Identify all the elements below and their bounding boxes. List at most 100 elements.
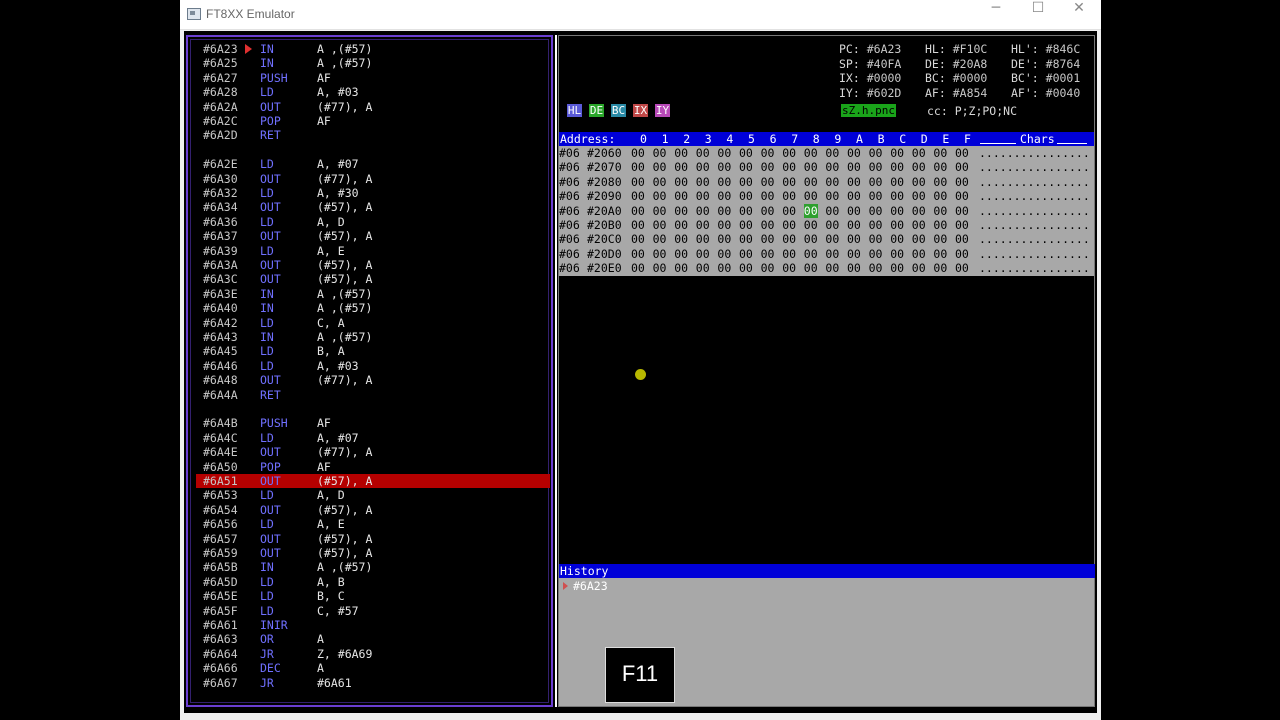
register-button-iy[interactable]: IY <box>655 104 670 117</box>
disasm-row[interactable]: #6A67 JR #6A61 <box>196 676 550 690</box>
close-button[interactable]: ✕ <box>1059 0 1099 29</box>
disasm-row[interactable]: #6A48 OUT (#77), A <box>196 373 550 387</box>
memory-byte[interactable]: 00 <box>955 232 969 246</box>
memory-byte[interactable]: 00 <box>631 247 645 261</box>
memory-byte[interactable]: 00 <box>912 146 926 160</box>
disasm-row[interactable]: #6A32 LD A, #30 <box>196 186 550 200</box>
memory-byte[interactable]: 00 <box>674 160 688 174</box>
memory-byte[interactable]: 00 <box>653 232 667 246</box>
memory-row[interactable]: #06 #2080 00 00 00 00 00 00 00 00 00 00 00 00 00 00 00 00… <box>559 175 1094 189</box>
memory-byte[interactable]: 00 <box>782 189 796 203</box>
disasm-row[interactable]: #6A51 OUT (#57), A <box>196 474 550 488</box>
memory-byte[interactable]: 00 <box>825 175 839 189</box>
disasm-row[interactable]: #6A4E OUT (#77), A <box>196 445 550 459</box>
disasm-row[interactable]: #6A3A OUT (#57), A <box>196 258 550 272</box>
memory-byte[interactable]: 00 <box>869 218 883 232</box>
memory-byte[interactable]: 00 <box>804 175 818 189</box>
memory-dump[interactable]: #06 #2060 00 00 00 00 00 00 00 00 00 00 00 00 00 00 00 00… <box>559 146 1094 276</box>
memory-byte[interactable]: 00 <box>847 232 861 246</box>
memory-byte[interactable]: 00 <box>739 261 753 275</box>
memory-byte[interactable]: 00 <box>912 175 926 189</box>
register-button-de[interactable]: DE <box>589 104 604 117</box>
memory-byte[interactable]: 00 <box>890 232 904 246</box>
memory-byte[interactable]: 00 <box>890 175 904 189</box>
memory-byte[interactable]: 00 <box>912 189 926 203</box>
memory-byte[interactable]: 00 <box>847 160 861 174</box>
register-value[interactable]: #0000 <box>867 71 902 85</box>
memory-byte[interactable]: 00 <box>739 146 753 160</box>
memory-byte[interactable]: 00 <box>739 204 753 218</box>
memory-byte[interactable]: 00 <box>890 160 904 174</box>
memory-byte[interactable]: 00 <box>825 146 839 160</box>
memory-byte[interactable]: 00 <box>631 146 645 160</box>
memory-byte[interactable]: 00 <box>912 218 926 232</box>
disasm-row[interactable]: #6A53 LD A, D <box>196 488 550 502</box>
memory-byte[interactable]: 00 <box>717 146 731 160</box>
memory-byte[interactable]: 00 <box>869 160 883 174</box>
memory-byte[interactable]: 00 <box>933 175 947 189</box>
memory-byte[interactable]: 00 <box>674 189 688 203</box>
memory-byte[interactable]: 00 <box>847 218 861 232</box>
minimize-button[interactable]: ─ <box>976 0 1016 29</box>
memory-byte[interactable]: 00 <box>804 261 818 275</box>
memory-byte[interactable]: 00 <box>674 247 688 261</box>
memory-row[interactable]: #06 #20E0 00 00 00 00 00 00 00 00 00 00 00 00 00 00 00 00… <box>559 261 1094 275</box>
disasm-row[interactable]: #6A5D LD A, B <box>196 575 550 589</box>
memory-byte[interactable]: 00 <box>674 218 688 232</box>
register-value[interactable]: #0040 <box>1046 86 1081 100</box>
memory-byte[interactable]: 00 <box>933 261 947 275</box>
memory-byte[interactable]: 00 <box>761 232 775 246</box>
memory-byte[interactable]: 00 <box>825 218 839 232</box>
memory-byte[interactable]: 00 <box>782 204 796 218</box>
memory-byte[interactable]: 00 <box>631 218 645 232</box>
disasm-row[interactable]: #6A4B PUSH AF <box>196 416 550 430</box>
memory-byte[interactable]: 00 <box>696 189 710 203</box>
memory-byte[interactable]: 00 <box>696 218 710 232</box>
disasm-row[interactable]: #6A2A OUT (#77), A <box>196 100 550 114</box>
memory-byte[interactable]: 00 <box>696 232 710 246</box>
memory-byte[interactable]: 00 <box>825 261 839 275</box>
memory-byte[interactable]: 00 <box>955 204 969 218</box>
register-button-hl[interactable]: HL <box>567 104 582 117</box>
memory-byte[interactable]: 00 <box>912 160 926 174</box>
memory-byte[interactable]: 00 <box>674 232 688 246</box>
memory-byte[interactable]: 00 <box>825 232 839 246</box>
memory-byte[interactable]: 00 <box>696 175 710 189</box>
memory-byte[interactable]: 00 <box>869 189 883 203</box>
memory-byte[interactable]: 00 <box>717 218 731 232</box>
disasm-row[interactable]: #6A56 LD A, E <box>196 517 550 531</box>
memory-byte[interactable]: 00 <box>739 247 753 261</box>
memory-byte[interactable]: 00 <box>869 232 883 246</box>
disasm-blank-row[interactable] <box>196 402 550 416</box>
disasm-row[interactable]: #6A5B IN A ,(#57) <box>196 560 550 574</box>
memory-byte[interactable]: 00 <box>674 175 688 189</box>
memory-byte[interactable]: 00 <box>717 160 731 174</box>
memory-byte[interactable]: 00 <box>890 218 904 232</box>
memory-row[interactable]: #06 #2070 00 00 00 00 00 00 00 00 00 00 00 00 00 00 00 00… <box>559 160 1094 174</box>
memory-byte[interactable]: 00 <box>869 247 883 261</box>
memory-byte[interactable]: 00 <box>955 146 969 160</box>
disasm-row[interactable]: #6A3E IN A ,(#57) <box>196 287 550 301</box>
memory-byte[interactable]: 00 <box>869 175 883 189</box>
memory-byte[interactable]: 00 <box>955 218 969 232</box>
memory-byte[interactable]: 00 <box>761 261 775 275</box>
disasm-row[interactable]: #6A34 OUT (#57), A <box>196 200 550 214</box>
memory-byte[interactable]: 00 <box>912 204 926 218</box>
memory-byte[interactable]: 00 <box>761 247 775 261</box>
memory-byte[interactable]: 00 <box>782 247 796 261</box>
disasm-row[interactable]: #6A59 OUT (#57), A <box>196 546 550 560</box>
memory-row[interactable]: #06 #2090 00 00 00 00 00 00 00 00 00 00 00 00 00 00 00 00… <box>559 189 1094 203</box>
memory-byte[interactable]: 00 <box>933 232 947 246</box>
memory-byte[interactable]: 00 <box>631 175 645 189</box>
disasm-row[interactable]: #6A39 LD A, E <box>196 244 550 258</box>
disasm-row[interactable]: #6A40 IN A ,(#57) <box>196 301 550 315</box>
memory-byte[interactable]: 00 <box>955 189 969 203</box>
register-value[interactable]: #0000 <box>953 71 988 85</box>
memory-byte[interactable]: 00 <box>761 204 775 218</box>
disasm-row[interactable]: #6A4A RET <box>196 388 550 402</box>
disasm-row[interactable]: #6A36 LD A, D <box>196 215 550 229</box>
memory-byte[interactable]: 00 <box>653 261 667 275</box>
register-value[interactable]: #20A8 <box>953 57 988 71</box>
memory-byte[interactable]: 00 <box>890 261 904 275</box>
disasm-row[interactable]: #6A64 JR Z, #6A69 <box>196 647 550 661</box>
